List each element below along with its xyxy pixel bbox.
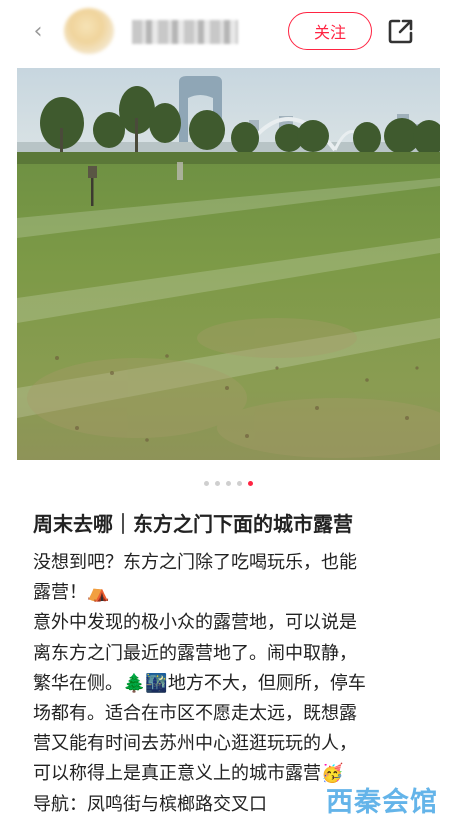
carousel-dot <box>203 481 209 486</box>
watermark-logo: 西秦会馆 <box>326 787 438 818</box>
author-name-blurred[interactable] <box>132 20 238 44</box>
post-body-line: 露营！⛺ <box>33 582 110 604</box>
post-body-line: 没想到吧？东方之门除了吃喝玩乐，也能 <box>33 552 357 573</box>
post-body-line: 意外中发现的极小众的露营地，可以说是 <box>33 612 357 634</box>
post-body-line: 营又能有时间去苏州中心逛逛玩玩的人， <box>33 733 357 755</box>
carousel-dot <box>236 481 242 486</box>
post-body-line: 场都有。适合在市区不愿走太远，既想露 <box>33 703 357 725</box>
post-header: ‹ 关注 <box>0 0 456 66</box>
post-body: 没想到吧？东方之门除了吃喝玩乐，也能 露营！⛺ 意外中发现的极小众的露营地，可以… <box>33 548 428 820</box>
carousel-dot <box>214 481 220 486</box>
author-avatar[interactable] <box>64 8 114 54</box>
share-icon[interactable] <box>386 16 416 46</box>
carousel-dot <box>225 481 231 486</box>
follow-button[interactable]: 关注 <box>288 12 372 50</box>
chevron-left-icon[interactable]: ‹ <box>26 18 50 44</box>
post-photo[interactable] <box>17 68 440 460</box>
carousel-indicator <box>0 481 456 491</box>
post-title: 周末去哪｜东方之门下面的城市露营 <box>33 512 353 536</box>
carousel-dot-active <box>247 481 253 486</box>
post-body-line: 繁华在侧。🌲🌃地方不大，但厕所，停车 <box>33 672 366 694</box>
post-body-line: 离东方之门最近的露营地了。闹中取静， <box>33 642 357 664</box>
